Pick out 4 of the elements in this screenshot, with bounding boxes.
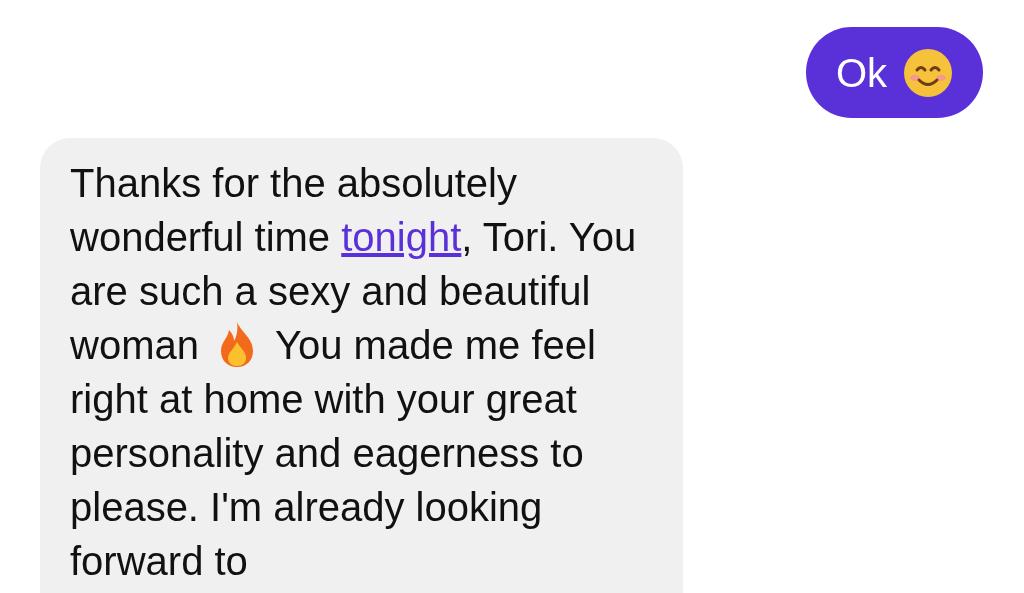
link[interactable]: tonight bbox=[341, 215, 462, 259]
message-text: Ok bbox=[835, 49, 887, 97]
smiling-face-icon bbox=[903, 47, 953, 98]
message-text: Thanks for the absolutely wonderful time tonight, Tori. You are such a sexy and beautiful woman You made me feel right at home with your great personality and eagerness to please. I'm already looking forward to bbox=[70, 160, 638, 585]
